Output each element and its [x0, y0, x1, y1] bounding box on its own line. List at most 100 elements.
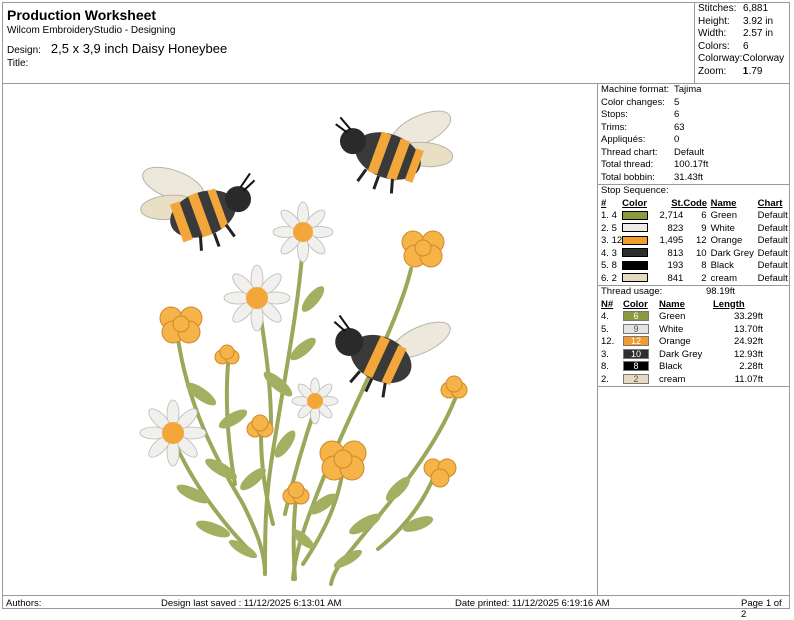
thread-length: 2.28ft [739, 361, 763, 372]
stat-label: Zoom: [698, 65, 727, 77]
table-row: 3. 10 Dark Grey 12.93ft [601, 349, 763, 362]
thread-code: 10 [696, 247, 707, 259]
machine-value: 100.17ft [674, 159, 709, 170]
title-label: Title: [7, 58, 29, 69]
worksheet-footer: Authors: Design last saved : 11/12/2025 … [3, 595, 789, 620]
thread-name: Orange [659, 336, 691, 347]
machine-value: Tajima [674, 84, 702, 95]
row-color-index: 5 [611, 222, 617, 234]
machine-row: Appliqués: 0 [598, 134, 790, 147]
thread-code: 6 [701, 210, 707, 221]
daisy [223, 264, 291, 332]
machine-value: 63 [674, 121, 685, 133]
column-header: St. [671, 197, 684, 209]
daisy [139, 399, 207, 467]
bee [333, 314, 451, 398]
machine-label: Appliqués: [601, 134, 646, 145]
stitch-count: 841 [667, 272, 684, 284]
row-number: 8. [601, 361, 609, 372]
thread-usage: Thread usage: 98.19ft [598, 286, 790, 299]
page-number: Page 1 of 2 [741, 598, 782, 620]
stat-label: Height: [698, 15, 730, 27]
thread-length: 11.07ft [734, 373, 763, 385]
row-number: 2. [601, 222, 609, 234]
thread-name: Black [710, 260, 734, 271]
machine-row: Machine format: Tajima [598, 84, 790, 97]
machine-info: Machine format: Tajima Color changes: 5 Stop… [598, 84, 790, 184]
stat-row: Width: 2.57 in [695, 28, 789, 41]
thread-usage-table: N# Color Name Length 4. 6 Green 33.29ft 5. 9 Whit… [601, 299, 763, 387]
machine-value: 31.43ft [674, 171, 704, 183]
design-stats: Stitches: 6,881 Height: 3.92 in Width: 2.57 i… [695, 3, 789, 84]
thread-name: Orange [710, 235, 743, 246]
authors-label: Authors: [6, 598, 42, 609]
thread-name: White [710, 222, 735, 234]
color-swatch [622, 223, 649, 233]
orange-blossom [319, 440, 367, 481]
stat-row: Colorway: Colorway 1 [695, 53, 789, 77]
row-number: 12. [601, 336, 615, 347]
row-number: 4. [601, 247, 609, 259]
row-number: 5. [601, 323, 609, 335]
thread-code: 8 [701, 260, 707, 271]
machine-label: Total bobbin: [601, 171, 655, 183]
column-header: Chart [757, 197, 783, 209]
machine-label: Stops: [601, 109, 628, 120]
info-panel: Machine format: Tajima Color changes: 5 Stop… [598, 84, 790, 595]
color-swatch: 12 [623, 336, 649, 347]
last-saved: Design last saved : 11/12/2025 6:13:01 A… [161, 598, 342, 609]
machine-value: Default [674, 146, 705, 158]
thread-name: Dark Grey [710, 247, 754, 259]
table-row: 8. 8 Black 2.28ft [601, 361, 763, 374]
stat-row: Colors: 6 [695, 41, 789, 54]
machine-label: Color changes: [601, 96, 665, 108]
orange-blossom [282, 481, 310, 505]
table-row: 5. 9 White 13.70ft [601, 324, 763, 337]
column-header: Color [622, 197, 647, 209]
stat-value: 3.92 in [743, 15, 774, 27]
column-header: Color [623, 298, 648, 310]
machine-label: Trims: [601, 121, 628, 133]
row-number: 3. [601, 235, 609, 246]
stat-row: Zoom: 1.79 [695, 66, 789, 79]
stat-value: 2.57 in [743, 28, 774, 39]
thread-name: White [659, 323, 684, 335]
thread-chart: Default [757, 210, 788, 221]
row-number: 4. [601, 311, 609, 322]
embroidery-preview [3, 84, 598, 595]
machine-value: 0 [674, 134, 680, 145]
thread-name: cream [659, 373, 686, 385]
color-swatch: 2 [623, 373, 649, 384]
stat-value: 6 [743, 40, 749, 52]
machine-label: Thread chart: [601, 146, 658, 158]
table-row: 3. 12 1,495 12 Orange Default [601, 235, 790, 248]
color-swatch [622, 210, 649, 220]
row-number: 5. [601, 260, 609, 271]
bee [335, 110, 454, 194]
machine-value: 6 [674, 109, 680, 120]
orange-blossom [159, 306, 203, 344]
row-color-index: 8 [611, 260, 617, 271]
stop-sequence-table: # Color St. Code Name Chart 1. 4 2,714 6 Green De… [601, 198, 790, 286]
table-row: 5. 8 193 8 Black Default [601, 260, 790, 273]
thread-chart: Default [757, 222, 788, 234]
machine-row: Total thread: 100.17ft [598, 159, 790, 172]
row-color-index: 2 [611, 272, 617, 284]
stitch-count: 813 [667, 247, 684, 259]
color-swatch: 8 [623, 361, 649, 372]
thread-length: 13.70ft [733, 323, 763, 335]
machine-value: 5 [674, 96, 680, 108]
stitch-count: 2,714 [659, 210, 684, 221]
row-color-index: 12 [611, 235, 623, 246]
stat-value: 6,881 [743, 3, 769, 14]
row-number: 1. [601, 210, 609, 221]
stat-value: 1.79 [743, 65, 763, 77]
orange-blossom [214, 344, 240, 365]
stitch-count: 823 [667, 222, 684, 234]
stat-label: Colorway: [698, 53, 743, 64]
stitch-count: 193 [667, 260, 684, 271]
stat-label: Colors: [698, 40, 730, 52]
daisy [272, 201, 334, 263]
design-label: Design: [7, 45, 41, 56]
stat-row: Stitches: 6,881 [695, 3, 789, 16]
